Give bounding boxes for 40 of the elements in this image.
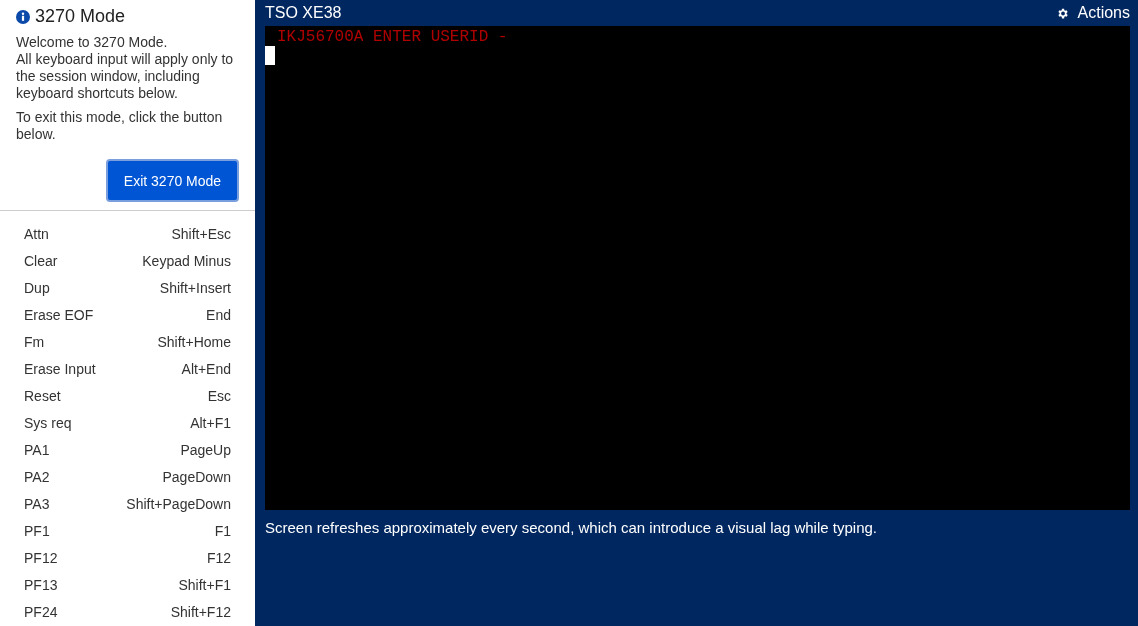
shortcut-keys: F1 [214, 522, 231, 539]
shortcut-keys: Shift+F12 [170, 603, 231, 620]
exit-mode-button[interactable]: Exit 3270 Mode [106, 159, 239, 202]
session-title: TSO XE38 [265, 4, 342, 22]
shortcut-action: Erase Input [24, 360, 96, 377]
shortcut-keys: PageUp [180, 441, 231, 458]
intro-text: Welcome to 3270 Mode. All keyboard input will apply only to the session window, including keyboard shortcuts below. [16, 34, 235, 102]
shortcut-action: Attn [24, 225, 49, 242]
refresh-note: Screen refreshes approximately every second, which can introduce a visual lag while typing. [265, 519, 878, 536]
shortcut-action: Reset [24, 387, 61, 404]
shortcut-keys: F12 [206, 549, 231, 566]
shortcut-action: PF12 [24, 549, 58, 566]
shortcut-keys: Shift+Home [157, 333, 231, 350]
shortcut-action: PF1 [24, 522, 50, 539]
shortcut-keys: Alt+End [181, 360, 231, 377]
shortcut-action: Clear [24, 252, 58, 269]
terminal-line: IKJ56700A ENTER USERID - [277, 28, 509, 46]
shortcut-action: Dup [24, 279, 50, 296]
shortcut-keys: Keypad Minus [142, 252, 231, 269]
shortcut-keys: Esc [207, 387, 231, 404]
shortcut-action: PA2 [24, 468, 50, 485]
shortcut-action: PA3 [24, 495, 50, 512]
shortcut-keys: Shift+Insert [159, 279, 231, 296]
shortcut-action: Fm [24, 333, 45, 350]
shortcut-action: PA1 [24, 441, 50, 458]
shortcut-action: Erase EOF [24, 306, 94, 323]
shortcut-action: PF24 [24, 603, 58, 620]
shortcut-action: PF13 [24, 576, 58, 593]
shortcut-action: Sys req [24, 414, 72, 431]
shortcut-keys: End [206, 306, 231, 323]
shortcut-keys: Shift+Esc [171, 225, 231, 242]
info-icon [16, 9, 30, 24]
shortcut-keys: PageDown [162, 468, 231, 485]
terminal-cursor [265, 46, 275, 65]
shortcut-keys: Shift+PageDown [126, 495, 231, 512]
mode-title: 3270 Mode [35, 6, 126, 27]
exit-hint: To exit this mode, click the button below. [16, 109, 224, 143]
shortcut-keys: Alt+F1 [190, 414, 231, 431]
actions-button[interactable]: Actions [1055, 4, 1130, 22]
shortcut-keys: Shift+F1 [178, 576, 231, 593]
